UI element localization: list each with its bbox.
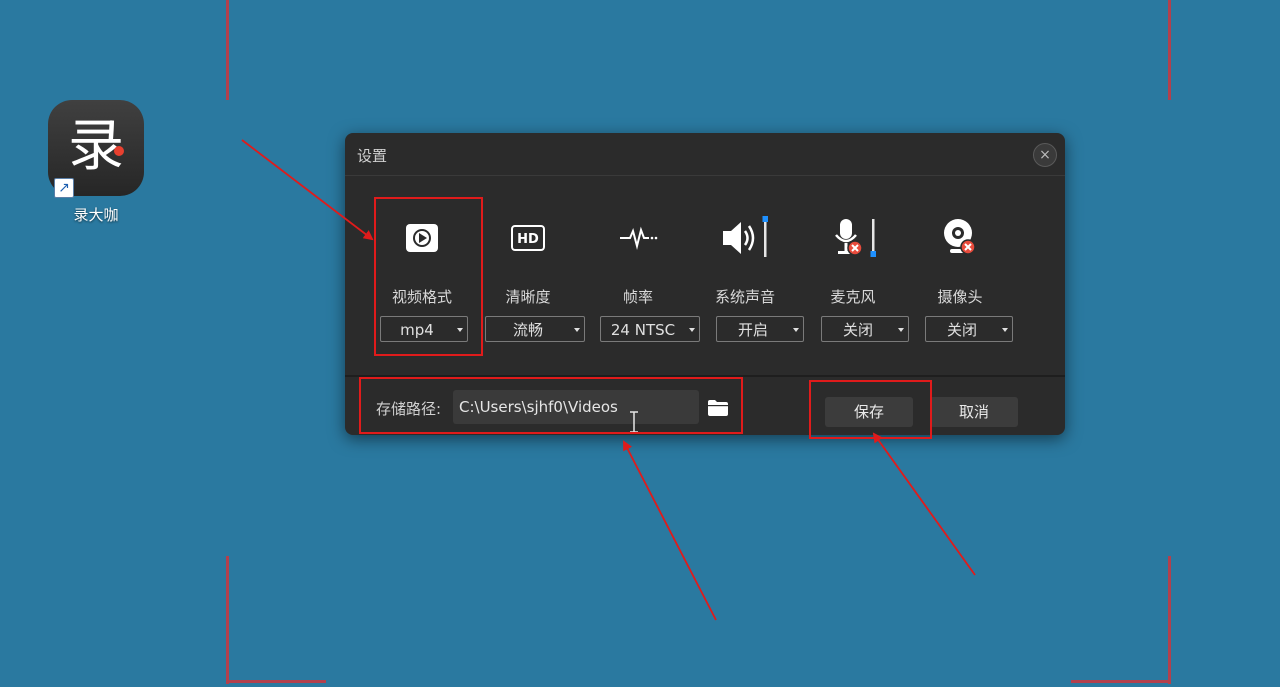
microphone-select[interactable]: 关闭 <box>821 316 909 342</box>
capture-frame-left-bottom <box>226 556 229 684</box>
desktop-shortcut[interactable]: 录 ↗ 录大咖 <box>40 100 152 225</box>
dropdown-caret-icon <box>898 328 904 332</box>
capture-frame-bottom-left <box>226 680 326 683</box>
option-label: 帧率 <box>622 288 653 306</box>
system-sound-select[interactable]: 开启 <box>716 316 804 342</box>
hd-icon-text: HD <box>517 232 539 247</box>
option-system-sound: 系统声音 开启 <box>690 213 804 342</box>
app-icon: 录 ↗ <box>48 100 144 198</box>
select-value: 24 NTSC <box>610 321 676 339</box>
option-frame-rate: 帧率 24 NTSC <box>583 213 700 342</box>
arrow-to-storage-path <box>623 440 717 621</box>
webcam-select[interactable]: 关闭 <box>925 316 1013 342</box>
dropdown-caret-icon <box>1002 328 1008 332</box>
frame-rate-icon <box>583 213 693 263</box>
microphone-muted-icon <box>798 213 908 263</box>
option-label: 麦克风 <box>830 288 876 306</box>
hd-icon: HD <box>473 213 583 263</box>
capture-frame-right-bottom <box>1168 556 1171 684</box>
option-clarity: HD 清晰度 流畅 <box>473 213 585 342</box>
option-microphone: 麦克风 关闭 <box>798 213 909 342</box>
dialog-titlebar: 设置 × <box>345 133 1065 176</box>
close-button[interactable]: × <box>1033 143 1057 167</box>
select-value: 关闭 <box>946 321 977 339</box>
clarity-select[interactable]: 流畅 <box>485 316 585 342</box>
select-value: 流畅 <box>512 321 543 339</box>
shortcut-arrow-icon: ↗ <box>54 178 74 198</box>
dropdown-caret-icon <box>689 328 695 332</box>
highlight-video-format <box>374 197 483 356</box>
capture-frame-left-top <box>226 0 229 100</box>
capture-frame-right-top <box>1168 0 1171 100</box>
highlight-storage-path <box>359 377 743 434</box>
app-icon-dot <box>114 146 124 156</box>
speaker-icon <box>690 213 800 263</box>
cancel-button[interactable]: 取消 <box>930 397 1018 427</box>
volume-slider-thumb[interactable] <box>762 216 769 222</box>
highlight-save-button <box>809 380 932 439</box>
dialog-title: 设置 <box>357 147 388 165</box>
volume-slider-track[interactable] <box>764 219 767 257</box>
webcam-disabled-icon <box>905 213 1015 263</box>
option-label: 摄像头 <box>937 288 983 306</box>
frame-rate-select[interactable]: 24 NTSC <box>600 316 700 342</box>
desktop-shortcut-label: 录大咖 <box>73 206 119 224</box>
option-label: 系统声音 <box>714 288 775 306</box>
capture-frame-bottom-right <box>1071 680 1171 683</box>
dropdown-caret-icon <box>793 328 799 332</box>
option-webcam: 摄像头 关闭 <box>905 213 1015 342</box>
arrow-to-save-button <box>872 432 976 576</box>
select-value: 关闭 <box>842 321 873 339</box>
select-value: 开启 <box>737 321 768 339</box>
app-icon-glyph: 录 <box>68 114 124 179</box>
mic-volume-thumb[interactable] <box>870 251 877 257</box>
dropdown-caret-icon <box>574 328 580 332</box>
option-label: 清晰度 <box>505 288 551 306</box>
